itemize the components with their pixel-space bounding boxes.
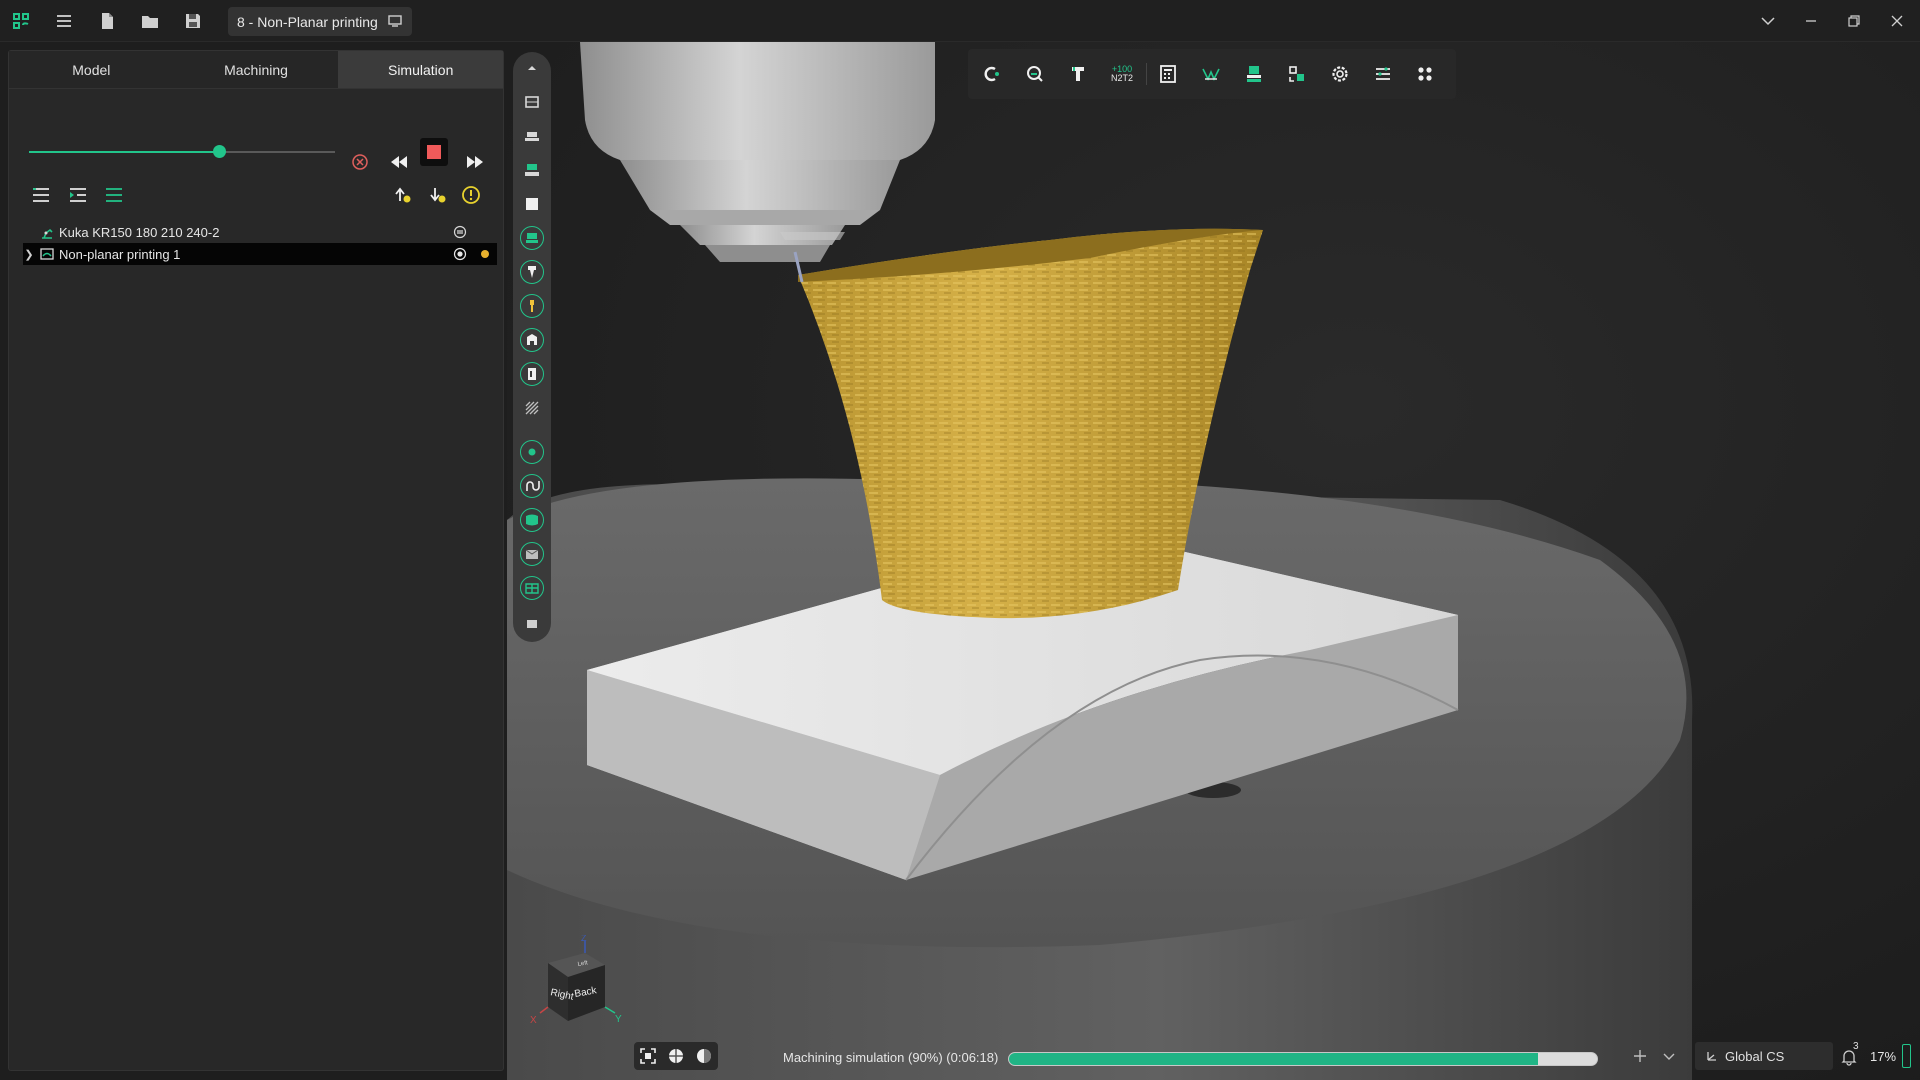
main-menu-icon[interactable] — [50, 7, 78, 35]
visibility-target-icon[interactable] — [453, 247, 467, 261]
warning-icon[interactable] — [458, 182, 484, 208]
toolpath-points-icon[interactable] — [520, 440, 544, 464]
collapse-list-icon[interactable] — [101, 182, 127, 208]
save-icon[interactable] — [179, 7, 207, 35]
vertical-toolbar — [513, 52, 551, 642]
3d-viewport[interactable] — [507, 42, 1920, 1080]
more-views-icon[interactable] — [520, 612, 544, 636]
nc-code-bottom-label: N2T2 — [1110, 73, 1133, 83]
new-file-icon[interactable] — [93, 7, 121, 35]
notifications-button[interactable]: 3 — [1834, 1041, 1864, 1070]
shading-mode-icon[interactable] — [667, 1047, 685, 1065]
simulation-progress-bar — [1008, 1052, 1598, 1066]
zoom-level: 17% — [1870, 1049, 1897, 1064]
add-icon[interactable] — [1632, 1048, 1648, 1064]
rewind-icon[interactable] — [386, 149, 412, 175]
tool-holder-icon[interactable] — [1064, 61, 1092, 87]
close-icon[interactable] — [1884, 8, 1910, 34]
tree-item-label: Non-planar printing 1 — [59, 246, 181, 262]
show-tool-icon[interactable] — [520, 260, 544, 284]
robot-icon — [42, 228, 53, 239]
material-layer-icon[interactable] — [1240, 61, 1268, 87]
stop-button[interactable] — [420, 138, 448, 166]
simulation-status-text: Machining simulation (90%) (0:06:18) — [783, 1050, 999, 1065]
status-dot-icon — [481, 250, 489, 258]
show-stock-icon[interactable] — [520, 226, 544, 250]
chevron-down-icon[interactable] — [1755, 8, 1781, 34]
tree-item-label: Kuka KR150 180 210 240-2 — [59, 224, 220, 240]
move-down-warning-icon[interactable] — [425, 182, 451, 208]
show-machine-icon[interactable] — [520, 328, 544, 352]
list-options-icon[interactable] — [1369, 61, 1397, 87]
section-view-icon[interactable] — [520, 576, 544, 600]
coordinate-system-icon — [1707, 1052, 1716, 1061]
simulation-slider[interactable] — [29, 145, 335, 158]
coordinate-system-selector[interactable]: Global CS — [1695, 1042, 1833, 1070]
open-folder-icon[interactable] — [136, 7, 164, 35]
minimize-icon[interactable] — [1798, 8, 1824, 34]
app-logo-icon[interactable] — [7, 7, 35, 35]
bottom-right-controls: Global CS 3 17% — [1620, 1040, 1920, 1072]
collapse-up-icon[interactable] — [520, 56, 544, 80]
fixture-view-icon[interactable] — [520, 158, 544, 182]
settings-gear-icon[interactable] — [1326, 61, 1354, 87]
notification-count: 3 — [1853, 1041, 1859, 1052]
stock-view-icon[interactable] — [520, 90, 544, 114]
chevron-down-icon[interactable] — [1662, 1050, 1676, 1064]
zoom-inspect-icon[interactable] — [1021, 61, 1049, 87]
show-workpiece-icon[interactable] — [520, 362, 544, 386]
tree-item-machine[interactable]: Kuka KR150 180 210 240-2 — [23, 221, 497, 243]
simulation-slider-fill — [29, 151, 219, 153]
fit-view-icon[interactable] — [639, 1047, 657, 1065]
restore-icon[interactable] — [1841, 8, 1867, 34]
show-holder-icon[interactable] — [520, 294, 544, 318]
view-mode-toolbar — [634, 1042, 718, 1070]
layer-view-icon[interactable] — [520, 542, 544, 566]
coordinate-system-label: Global CS — [1725, 1048, 1785, 1064]
tab-machining[interactable]: Machining — [173, 51, 339, 89]
hatch-view-icon[interactable] — [520, 396, 544, 420]
part-select-icon[interactable] — [1283, 61, 1311, 87]
fast-forward-icon[interactable] — [462, 149, 488, 175]
render-mode-icon[interactable] — [695, 1047, 713, 1065]
simulation-scene — [507, 42, 1920, 1080]
grid-apps-icon[interactable] — [1411, 61, 1439, 87]
axis-y-label: Y — [615, 1014, 622, 1025]
axes-tree-icon[interactable] — [1197, 61, 1225, 87]
viewport-top-toolbar: +100 N2T2 — [968, 49, 1456, 99]
toolpath-curve-icon[interactable] — [520, 474, 544, 498]
axis-z-label: Z — [581, 935, 587, 943]
solid-view-icon[interactable] — [520, 192, 544, 216]
operation-tree: Kuka KR150 180 210 240-2 ❯ Non-planar pr… — [23, 221, 497, 265]
simulation-controls — [9, 91, 503, 204]
nc-code-icon[interactable]: +100 N2T2 — [1105, 61, 1139, 87]
reset-simulation-icon[interactable] — [347, 149, 373, 175]
document-tab[interactable]: 8 - Non-Planar printing — [228, 7, 412, 36]
move-up-warning-icon[interactable] — [390, 182, 416, 208]
tab-model[interactable]: Model — [9, 51, 174, 89]
panel-tabs: Model Machining Simulation — [9, 51, 504, 89]
part-view-icon[interactable] — [520, 124, 544, 148]
simulation-slider-thumb[interactable] — [212, 145, 226, 158]
indent-view-icon[interactable] — [65, 182, 91, 208]
calculator-icon[interactable] — [1154, 61, 1182, 87]
collision-check-icon[interactable] — [978, 61, 1006, 87]
tab-simulation[interactable]: Simulation — [338, 51, 504, 89]
monitor-icon — [388, 15, 402, 27]
project-panel: Model Machining Simulation Kuka KR150 18… — [8, 50, 504, 1071]
zoom-indicator — [1902, 1044, 1911, 1068]
document-tab-label: 8 - Non-Planar printing — [237, 13, 378, 30]
list-view-icon[interactable] — [28, 182, 54, 208]
title-bar: 8 - Non-Planar printing — [0, 0, 1920, 42]
expand-arrow-icon[interactable]: ❯ — [23, 248, 35, 261]
machine-settings-icon[interactable] — [453, 225, 467, 239]
surface-view-icon[interactable] — [520, 508, 544, 532]
simulation-progress-fill — [1009, 1053, 1539, 1065]
tree-item-operation[interactable]: ❯ Non-planar printing 1 — [23, 243, 497, 265]
view-cube[interactable]: Left Right Back Z X Y — [530, 935, 640, 1045]
axis-x-label: X — [530, 1015, 537, 1026]
printing-operation-icon — [40, 248, 54, 260]
